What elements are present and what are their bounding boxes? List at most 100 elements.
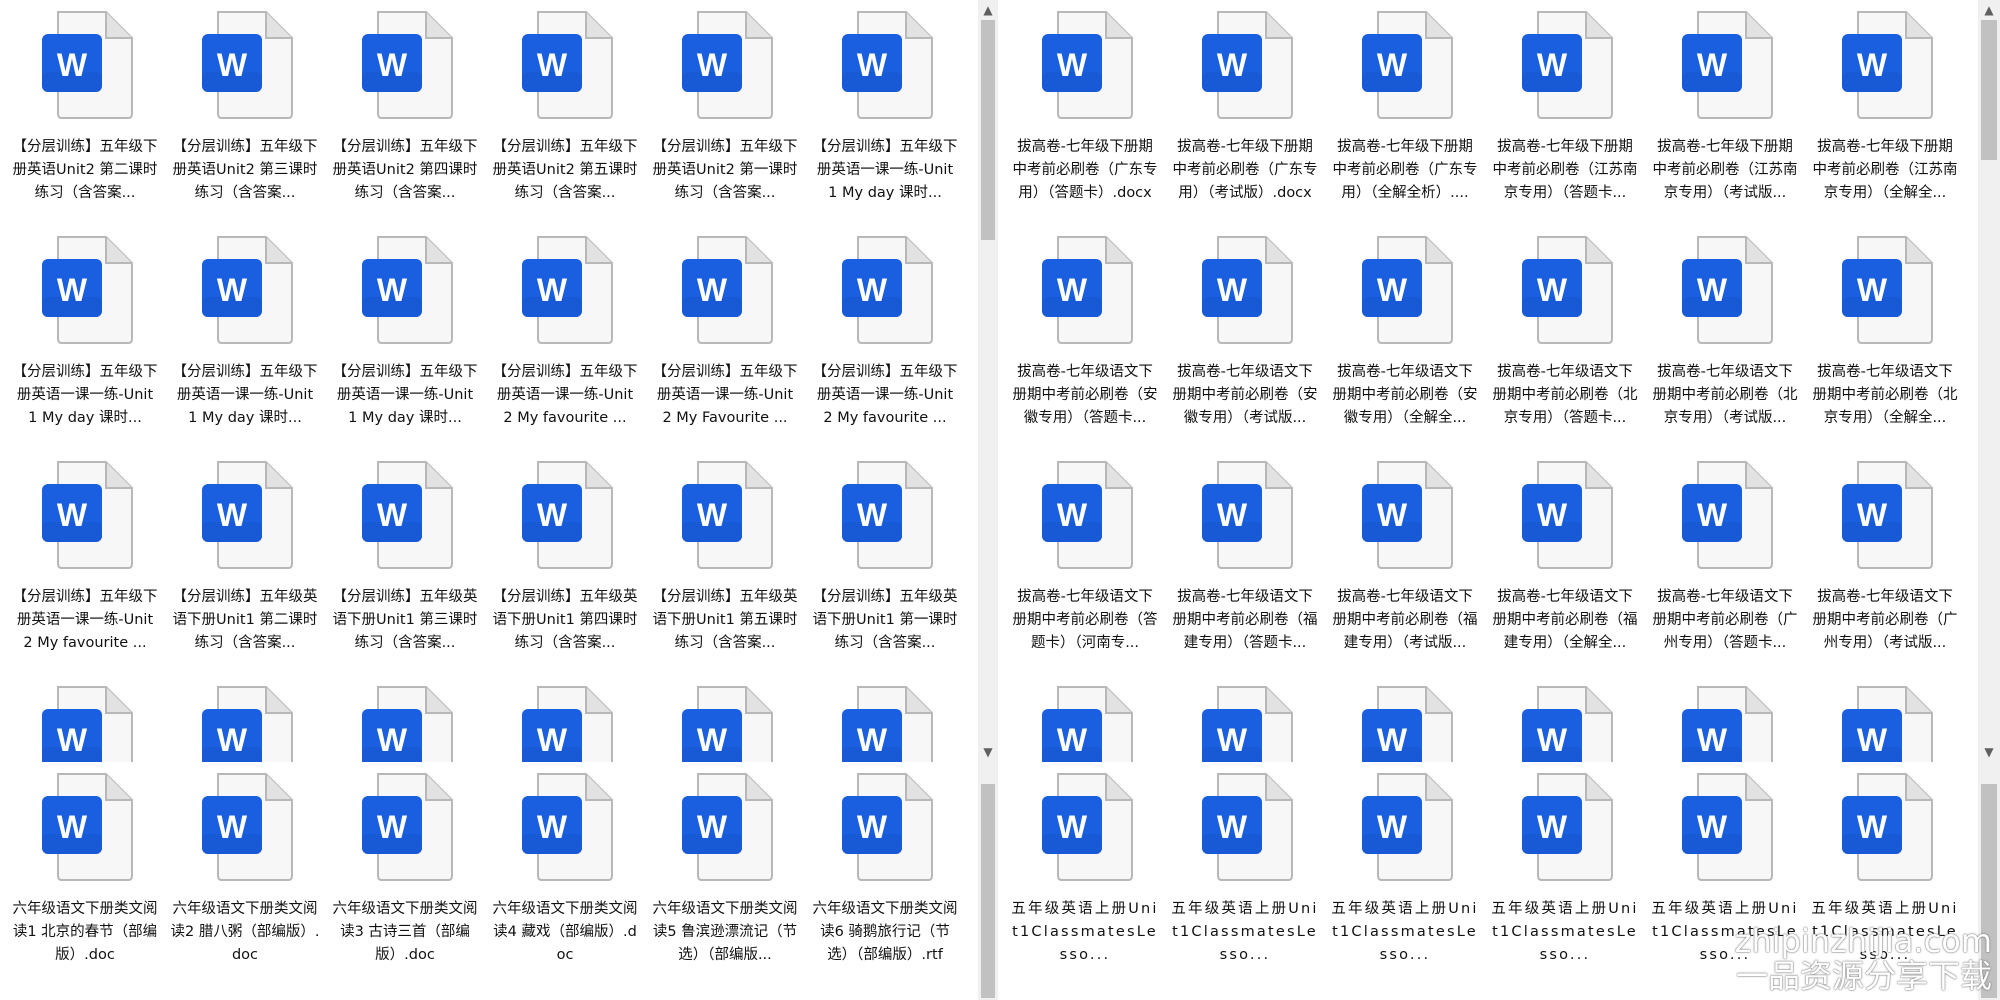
file-item-partial[interactable]: W xyxy=(170,680,320,762)
scrollbar-thumb[interactable] xyxy=(981,784,995,998)
scrollbar-thumb[interactable] xyxy=(981,20,995,240)
file-item[interactable]: W 拔高卷-七年级语文下册期中考前必刷卷（北京专用）（考试版... xyxy=(1650,230,1800,456)
word-document-icon: W xyxy=(518,772,614,882)
file-item[interactable]: W 五年级英语上册Unit1ClassmatesLesso... xyxy=(1650,767,1800,993)
file-item[interactable]: W 【分层训练】五年级下册英语一课一练-Unit 2 My Favourite .… xyxy=(650,230,800,456)
file-item[interactable]: W 五年级英语上册Unit1ClassmatesLesso... xyxy=(1010,767,1160,993)
file-name-label: 五年级英语上册Unit1ClassmatesLesso... xyxy=(1491,901,1639,963)
file-pane-bottom-right[interactable]: W 五年级英语上册Unit1ClassmatesLesso... W 五年级英语上册U… xyxy=(1000,762,1978,1000)
file-item-partial[interactable]: W xyxy=(1170,680,1320,762)
file-item-partial[interactable]: W xyxy=(1010,680,1160,762)
file-item[interactable]: W 【分层训练】五年级下册英语Unit2 第五课时练习（含答案... xyxy=(490,5,640,231)
file-item-partial[interactable]: W xyxy=(330,680,480,762)
file-pane-top-left[interactable]: W 【分层训练】五年级下册英语Unit2 第二课时练习（含答案... W 【分层训练】… xyxy=(0,0,978,762)
file-item-partial[interactable]: W xyxy=(1650,680,1800,762)
file-item[interactable]: W 【分层训练】五年级下册英语Unit2 第四课时练习（含答案... xyxy=(330,5,480,231)
file-item[interactable]: W 【分层训练】五年级下册英语Unit2 第一课时练习（含答案... xyxy=(650,5,800,231)
file-item-partial[interactable]: W xyxy=(1810,680,1960,762)
file-item[interactable]: W 【分层训练】五年级英语下册Unit1 第三课时练习（含答案... xyxy=(330,455,480,681)
scrollbar-thumb[interactable] xyxy=(1981,784,1997,998)
file-item[interactable]: W 【分层训练】五年级下册英语Unit2 第二课时练习（含答案... xyxy=(10,5,160,231)
svg-text:W: W xyxy=(857,497,888,533)
file-item-partial[interactable]: W xyxy=(1330,680,1480,762)
scrollbar-bottom-right[interactable] xyxy=(1978,762,2000,1000)
file-item[interactable]: W 【分层训练】五年级下册英语一课一练-Unit 2 My favourite .… xyxy=(490,230,640,456)
word-document-icon: W xyxy=(38,235,134,345)
word-document-icon: W xyxy=(1038,772,1134,882)
file-item-partial[interactable]: W xyxy=(650,680,800,762)
word-document-icon: W xyxy=(1838,460,1934,570)
file-item[interactable]: W 六年级语文下册类文阅读6 骑鹅旅行记（节选）（部编版）.rtf xyxy=(810,767,960,993)
file-item[interactable]: W 拔高卷-七年级语文下册期中考前必刷卷（答题卡）（河南专... xyxy=(1010,455,1160,681)
file-item[interactable]: W 【分层训练】五年级英语下册Unit1 第四课时练习（含答案... xyxy=(490,455,640,681)
file-item[interactable]: W 拔高卷-七年级下册期中考前必刷卷（江苏南京专用）（答题卡... xyxy=(1490,5,1640,231)
file-item[interactable]: W 拔高卷-七年级语文下册期中考前必刷卷（广州专用）（答题卡... xyxy=(1650,455,1800,681)
file-item[interactable]: W 五年级英语上册Unit1ClassmatesLesso... xyxy=(1490,767,1640,993)
svg-text:W: W xyxy=(1217,809,1248,845)
word-document-icon: W xyxy=(1038,460,1134,570)
file-name-label: 【分层训练】五年级下册英语Unit2 第四课时练习（含答案... xyxy=(332,139,478,201)
scroll-down-arrow[interactable]: ▼ xyxy=(1978,744,2000,760)
file-item[interactable]: W 五年级英语上册Unit1ClassmatesLesso... xyxy=(1810,767,1960,993)
svg-text:W: W xyxy=(1697,809,1728,845)
file-item[interactable]: W 六年级语文下册类文阅读1 北京的春节（部编版）.doc xyxy=(10,767,160,993)
file-name-label: 拔高卷-七年级下册期中考前必刷卷（广东专用）（答题卡）.docx xyxy=(1012,139,1158,201)
file-pane-bottom-left[interactable]: W 六年级语文下册类文阅读1 北京的春节（部编版）.doc W 六年级语文下册类文阅读… xyxy=(0,762,978,1000)
file-item[interactable]: W 拔高卷-七年级语文下册期中考前必刷卷（福建专用）（答题卡... xyxy=(1170,455,1320,681)
file-item[interactable]: W 拔高卷-七年级语文下册期中考前必刷卷（福建专用）（全解全... xyxy=(1490,455,1640,681)
word-document-icon: W xyxy=(678,235,774,345)
word-document-icon: W xyxy=(358,460,454,570)
file-item[interactable]: W 拔高卷-七年级下册期中考前必刷卷（广东专用）（全解全析）.... xyxy=(1330,5,1480,231)
file-item[interactable]: W 【分层训练】五年级英语下册Unit1 第五课时练习（含答案... xyxy=(650,455,800,681)
word-document-icon: W xyxy=(358,772,454,882)
file-item[interactable]: W 【分层训练】五年级下册英语一课一练-Unit 1 My day 课时... xyxy=(330,230,480,456)
scrollbar-top-right[interactable]: ▲ ▼ xyxy=(1978,0,2000,762)
word-document-icon: W xyxy=(1198,235,1294,345)
file-name-label: 【分层训练】五年级下册英语一课一练-Unit 1 My day 课时... xyxy=(332,364,478,426)
file-item[interactable]: W 【分层训练】五年级下册英语Unit2 第三课时练习（含答案... xyxy=(170,5,320,231)
file-item[interactable]: W 【分层训练】五年级下册英语一课一练-Unit 1 My day 课时... xyxy=(170,230,320,456)
file-item[interactable]: W 六年级语文下册类文阅读2 腊八粥（部编版）.doc xyxy=(170,767,320,993)
file-item[interactable]: W 【分层训练】五年级英语下册Unit1 第二课时练习（含答案... xyxy=(170,455,320,681)
file-item[interactable]: W 拔高卷-七年级下册期中考前必刷卷（广东专用）（考试版）.docx xyxy=(1170,5,1320,231)
file-item-partial[interactable]: W xyxy=(810,680,960,762)
file-item[interactable]: W 拔高卷-七年级语文下册期中考前必刷卷（广州专用）（考试版... xyxy=(1810,455,1960,681)
file-item[interactable]: W 【分层训练】五年级下册英语一课一练-Unit 1 My day 课时... xyxy=(10,230,160,456)
scroll-down-arrow[interactable]: ▼ xyxy=(978,744,998,760)
file-item[interactable]: W 拔高卷-七年级语文下册期中考前必刷卷（福建专用）（考试版... xyxy=(1330,455,1480,681)
file-item[interactable]: W 拔高卷-七年级语文下册期中考前必刷卷（安徽专用）（考试版... xyxy=(1170,230,1320,456)
file-item[interactable]: W 拔高卷-七年级下册期中考前必刷卷（江苏南京专用）（全解全... xyxy=(1810,5,1960,231)
file-item[interactable]: W 六年级语文下册类文阅读3 古诗三首（部编版）.doc xyxy=(330,767,480,993)
svg-text:W: W xyxy=(57,722,88,758)
file-item-partial[interactable]: W xyxy=(10,680,160,762)
file-item[interactable]: W 【分层训练】五年级英语下册Unit1 第一课时练习（含答案... xyxy=(810,455,960,681)
file-item[interactable]: W 【分层训练】五年级下册英语一课一练-Unit 1 My day 课时... xyxy=(810,5,960,231)
scroll-up-arrow[interactable]: ▲ xyxy=(978,2,998,18)
svg-text:W: W xyxy=(537,722,568,758)
file-item[interactable]: W 六年级语文下册类文阅读5 鲁滨逊漂流记（节选）（部编版... xyxy=(650,767,800,993)
file-item[interactable]: W 六年级语文下册类文阅读4 藏戏（部编版）.doc xyxy=(490,767,640,993)
scrollbar-top-left[interactable]: ▲ ▼ xyxy=(978,0,998,762)
file-item-partial[interactable]: W xyxy=(1490,680,1640,762)
file-name-label: 拔高卷-七年级语文下册期中考前必刷卷（广州专用）（答题卡... xyxy=(1652,589,1798,651)
file-name-label: 【分层训练】五年级英语下册Unit1 第五课时练习（含答案... xyxy=(652,589,798,651)
scrollbar-bottom-left[interactable] xyxy=(978,762,998,1000)
file-item[interactable]: W 拔高卷-七年级下册期中考前必刷卷（江苏南京专用）（考试版... xyxy=(1650,5,1800,231)
file-item[interactable]: W 五年级英语上册Unit1ClassmatesLesso... xyxy=(1330,767,1480,993)
file-item[interactable]: W 拔高卷-七年级语文下册期中考前必刷卷（北京专用）（全解全... xyxy=(1810,230,1960,456)
file-item[interactable]: W 拔高卷-七年级语文下册期中考前必刷卷（安徽专用）（全解全... xyxy=(1330,230,1480,456)
word-document-icon: W xyxy=(358,10,454,120)
word-document-icon: W xyxy=(1038,10,1134,120)
file-item[interactable]: W 五年级英语上册Unit1ClassmatesLesso... xyxy=(1170,767,1320,993)
file-item[interactable]: W 拔高卷-七年级语文下册期中考前必刷卷（北京专用）（答题卡... xyxy=(1490,230,1640,456)
file-pane-top-right[interactable]: W 拔高卷-七年级下册期中考前必刷卷（广东专用）（答题卡）.docx W 拔高卷-七年… xyxy=(1000,0,1978,762)
file-item[interactable]: W 【分层训练】五年级下册英语一课一练-Unit 2 My favourite .… xyxy=(10,455,160,681)
file-item-partial[interactable]: W xyxy=(490,680,640,762)
svg-text:W: W xyxy=(697,497,728,533)
file-item[interactable]: W 拔高卷-七年级下册期中考前必刷卷（广东专用）（答题卡）.docx xyxy=(1010,5,1160,231)
file-item[interactable]: W 【分层训练】五年级下册英语一课一练-Unit 2 My favourite .… xyxy=(810,230,960,456)
file-name-label: 【分层训练】五年级下册英语Unit2 第一课时练习（含答案... xyxy=(652,139,798,201)
file-item[interactable]: W 拔高卷-七年级语文下册期中考前必刷卷（安徽专用）（答题卡... xyxy=(1010,230,1160,456)
scroll-up-arrow[interactable]: ▲ xyxy=(1978,2,2000,18)
scrollbar-thumb[interactable] xyxy=(1981,20,1997,160)
